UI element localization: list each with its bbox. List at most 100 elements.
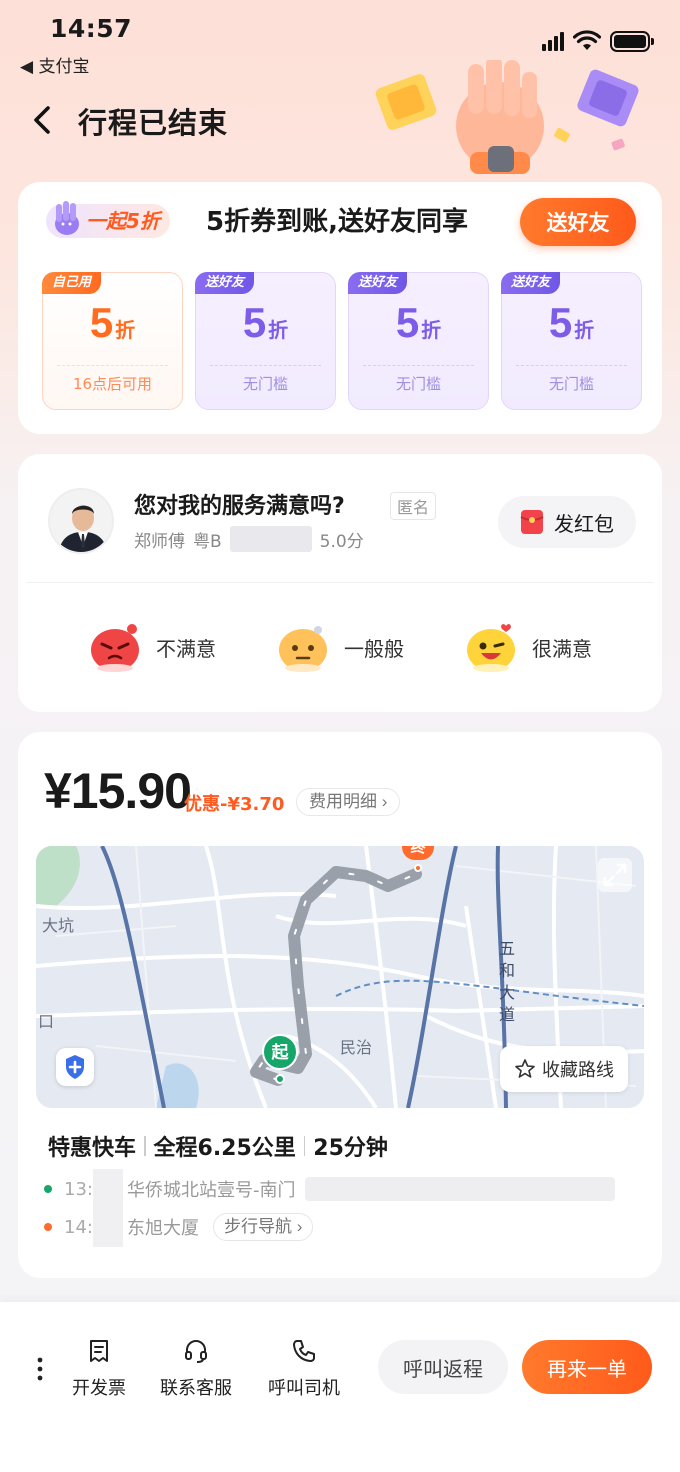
rating-unsatisfied[interactable]: 不满意 xyxy=(88,620,216,674)
coupon-number: 5 xyxy=(548,299,573,346)
coupon-gift[interactable]: 送好友 5折 无门槛 xyxy=(195,272,336,410)
start-stop: 13: 华侨城北站壹号-南门 xyxy=(44,1169,616,1209)
rating-satisfied[interactable]: 很满意 xyxy=(464,620,592,674)
invoice-button[interactable]: 开发票 xyxy=(72,1338,126,1400)
battery-icon xyxy=(610,30,654,52)
red-packet-icon xyxy=(520,510,544,534)
map-label-minzhi: 民治 xyxy=(340,1038,373,1057)
coupon-own[interactable]: 自己用 5折 16点后可用 xyxy=(42,272,183,410)
coupon-card: 一起5折 5折券到账,送好友同享 送好友 自己用 5折 16点后可用 送好友 5… xyxy=(18,182,662,434)
driver-info: 郑师傅 粤B 5.0分 xyxy=(134,526,364,552)
back-arrow-icon[interactable] xyxy=(28,102,60,138)
safety-shield-icon[interactable] xyxy=(56,1048,94,1086)
red-packet-button[interactable]: 发红包 xyxy=(498,496,636,548)
trip-duration: 25分钟 xyxy=(313,1136,388,1161)
expand-map-icon[interactable] xyxy=(598,858,632,892)
driver-avatar xyxy=(48,488,114,554)
save-route-label: 收藏路线 xyxy=(542,1060,614,1080)
start-time: 13: xyxy=(64,1178,93,1200)
together-discount-badge: 一起5折 xyxy=(46,201,170,238)
page-title: 行程已结束 xyxy=(78,106,229,140)
road-char: 五 xyxy=(498,939,515,958)
coupon-condition: 无门槛 xyxy=(548,375,594,393)
plate-prefix: 粤B xyxy=(193,531,222,552)
end-dot xyxy=(44,1223,52,1231)
driver-name: 郑师傅 xyxy=(134,531,185,552)
coupon-divider xyxy=(210,365,321,366)
hero-illustration xyxy=(375,60,639,174)
coupon-headline: 5折券到账,送好友同享 xyxy=(206,207,468,237)
star-icon xyxy=(515,1059,535,1078)
customer-service-label: 联系客服 xyxy=(160,1378,232,1399)
rating-question: 您对我的服务满意吗? xyxy=(134,494,345,519)
invoice-icon xyxy=(90,1340,108,1362)
coupon-value: 5折 xyxy=(196,299,335,355)
more-options-icon[interactable] xyxy=(30,1354,50,1384)
start-marker-label: 起 xyxy=(262,1034,298,1070)
call-driver-button[interactable]: 呼叫司机 xyxy=(268,1338,340,1400)
coupon-value: 5折 xyxy=(502,299,641,355)
trip-price: ¥15.90 xyxy=(44,763,192,819)
end-marker: 终 xyxy=(402,846,434,874)
map-label-wuhe-road: 五 和 大 道 xyxy=(498,938,516,1026)
customer-service-button[interactable]: 联系客服 xyxy=(160,1338,232,1400)
address-blurred xyxy=(305,1177,616,1201)
coupon-tag: 送好友 xyxy=(348,272,408,294)
call-driver-label: 呼叫司机 xyxy=(268,1378,340,1399)
badge-text: 一起5折 xyxy=(86,209,160,233)
wifi-icon xyxy=(573,30,601,50)
coupon-number: 5 xyxy=(242,299,267,346)
service-type: 特惠快车 xyxy=(48,1136,137,1161)
driver-score: 5.0分 xyxy=(319,531,364,552)
coupon-unit: 折 xyxy=(574,318,595,342)
save-route-button[interactable]: 收藏路线 xyxy=(500,1046,628,1092)
start-dot xyxy=(44,1185,52,1193)
rating-neutral[interactable]: 一般般 xyxy=(276,620,404,674)
road-char: 大 xyxy=(498,983,515,1002)
coupon-gift[interactable]: 送好友 5折 无门槛 xyxy=(501,272,642,410)
start-marker: 起 xyxy=(262,1034,298,1086)
return-trip-button[interactable]: 呼叫返程 xyxy=(378,1340,508,1394)
coupon-divider xyxy=(363,365,474,366)
rating-options: 不满意 一般般 很满意 xyxy=(18,620,662,674)
discount-amount: 优惠-¥3.70 xyxy=(184,794,285,815)
coupon-number: 5 xyxy=(395,299,420,346)
anonymous-tag[interactable]: 匿名 xyxy=(390,492,437,520)
coupon-unit: 折 xyxy=(421,318,442,342)
separator xyxy=(303,1136,306,1156)
coupon-divider xyxy=(57,365,168,366)
page-header: 行程已结束 xyxy=(0,60,680,180)
plate-number-blurred xyxy=(229,526,312,552)
neutral-face-icon xyxy=(279,626,327,672)
coupon-condition: 16点后可用 xyxy=(72,375,153,393)
order-again-button[interactable]: 再来一单 xyxy=(522,1340,652,1394)
fee-detail-button[interactable]: 费用明细 › xyxy=(296,788,401,816)
trip-summary: 特惠快车 全程6.25公里 25分钟 xyxy=(48,1130,388,1162)
back-to-alipay-link[interactable]: ◀ 支付宝 xyxy=(20,52,89,77)
end-place: 东旭大厦 xyxy=(126,1218,199,1239)
road-char: 道 xyxy=(498,1005,515,1024)
happy-face-icon xyxy=(467,624,515,672)
phone-icon xyxy=(293,1340,315,1362)
hand-icon xyxy=(55,201,79,235)
coupon-unit: 折 xyxy=(115,318,136,342)
rating-card: 您对我的服务满意吗? 匿名 郑师傅 粤B 5.0分 发红包 不满意 一般般 很满… xyxy=(18,454,662,712)
road-char: 和 xyxy=(498,961,515,980)
time-blurred xyxy=(92,1207,123,1247)
coupon-number: 5 xyxy=(89,299,114,346)
invoice-label: 开发票 xyxy=(72,1378,126,1399)
angry-face-icon xyxy=(91,624,139,672)
red-packet-label: 发红包 xyxy=(554,513,614,536)
separator xyxy=(144,1136,146,1156)
coupon-tag: 送好友 xyxy=(501,272,561,294)
end-time: 14: xyxy=(64,1216,93,1238)
walk-navigation-button[interactable]: 步行导航 › xyxy=(212,1213,314,1241)
trip-card: ¥15.90 优惠-¥3.70 费用明细 › 大坑 民治 口 五 和 大 道 终… xyxy=(18,732,662,1278)
send-to-friend-button[interactable]: 送好友 xyxy=(520,198,636,246)
route-map[interactable]: 大坑 民治 口 五 和 大 道 终 起 收藏路线 xyxy=(36,846,644,1108)
coupon-list: 自己用 5折 16点后可用 送好友 5折 无门槛 送好友 5折 无门槛 送好友 xyxy=(42,272,642,410)
coupon-gift[interactable]: 送好友 5折 无门槛 xyxy=(348,272,489,410)
coupon-tag: 送好友 xyxy=(195,272,255,294)
end-marker-label: 终 xyxy=(402,846,434,860)
coupon-tag: 自己用 xyxy=(42,272,102,294)
